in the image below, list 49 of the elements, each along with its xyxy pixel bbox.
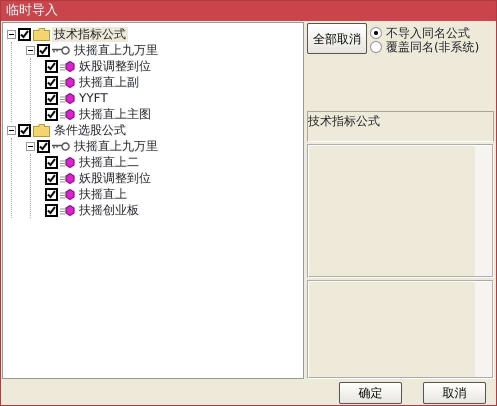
tree-item[interactable]: 技术指标公式 bbox=[52, 26, 128, 42]
collapse-toggle[interactable] bbox=[7, 30, 16, 38]
checkbox[interactable] bbox=[45, 156, 58, 168]
checkbox[interactable] bbox=[18, 124, 31, 136]
checkbox[interactable] bbox=[45, 76, 58, 88]
info-label: 技术指标公式 bbox=[307, 111, 494, 142]
collapse-toggle[interactable] bbox=[26, 46, 35, 54]
tree-item[interactable]: 扶摇直上二 bbox=[77, 154, 141, 170]
formula-icon bbox=[60, 108, 75, 120]
checkbox[interactable] bbox=[45, 60, 58, 72]
folder-icon bbox=[33, 28, 50, 40]
formula-icon bbox=[60, 156, 75, 168]
key-icon bbox=[52, 46, 70, 54]
checkbox[interactable] bbox=[45, 204, 58, 216]
option-label: 不导入同名公式 bbox=[386, 25, 470, 40]
tree-item[interactable]: 妖股调整到位 bbox=[77, 170, 153, 186]
dialog-button[interactable]: 确定 bbox=[339, 382, 402, 404]
dialog-button[interactable]: 取消 bbox=[423, 382, 486, 404]
radio-button[interactable] bbox=[370, 41, 382, 53]
formula-icon bbox=[60, 172, 75, 184]
tree-item[interactable]: 扶摇直上主图 bbox=[77, 106, 153, 122]
checkbox[interactable] bbox=[45, 188, 58, 200]
formula-icon bbox=[60, 204, 75, 216]
tree-item[interactable]: 扶摇直上副 bbox=[77, 74, 141, 90]
tree-item[interactable]: 扶摇直上九万里 bbox=[72, 42, 160, 58]
key-icon bbox=[52, 142, 70, 150]
checkbox[interactable] bbox=[45, 172, 58, 184]
window-title: 临时导入 bbox=[1, 1, 496, 21]
checkbox[interactable] bbox=[37, 140, 50, 152]
folder-icon bbox=[33, 124, 50, 136]
checkbox[interactable] bbox=[45, 108, 58, 120]
formula-icon bbox=[60, 60, 75, 72]
collapse-toggle[interactable] bbox=[7, 126, 16, 134]
checkbox[interactable] bbox=[45, 92, 58, 104]
formula-icon bbox=[60, 188, 75, 200]
tree-item[interactable]: YYFT bbox=[77, 90, 110, 106]
tree-item[interactable]: 扶摇创业板 bbox=[77, 202, 141, 218]
tree-item[interactable]: 扶摇直上九万里 bbox=[72, 138, 160, 154]
tree-item[interactable]: 扶摇直上 bbox=[77, 186, 129, 202]
collapse-toggle[interactable] bbox=[26, 142, 35, 150]
formula-icon bbox=[60, 76, 75, 88]
tree-item[interactable]: 条件选股公式 bbox=[52, 122, 128, 138]
option-label: 覆盖同名(非系统) bbox=[386, 39, 480, 56]
checkbox[interactable] bbox=[37, 44, 50, 56]
radio-button[interactable] bbox=[370, 27, 382, 39]
tree-item[interactable]: 妖股调整到位 bbox=[77, 58, 153, 74]
deselect-all-button[interactable]: 全部取消 bbox=[307, 23, 367, 54]
formula-icon bbox=[60, 92, 75, 104]
checkbox[interactable] bbox=[18, 28, 31, 40]
